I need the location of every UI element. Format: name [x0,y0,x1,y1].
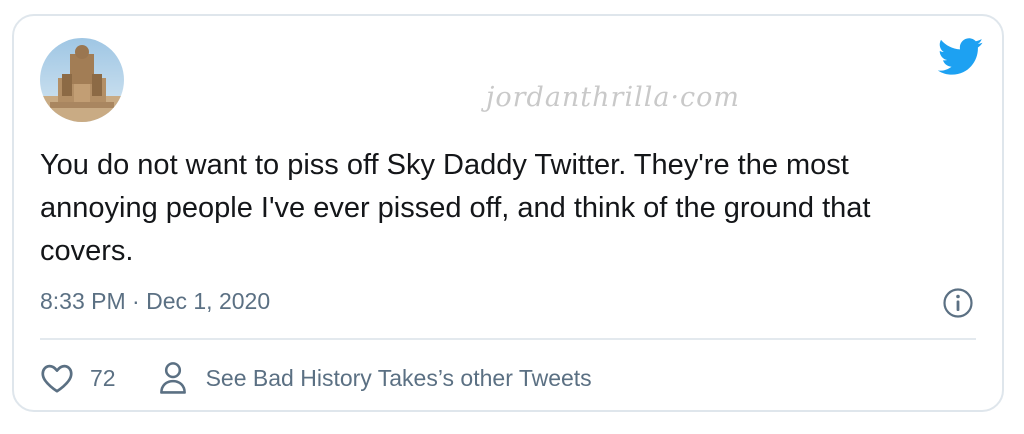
like-button[interactable]: 72 [40,362,116,394]
tweet-actions: 72 See Bad History Takes’s other Tweets [40,360,592,396]
divider [40,338,976,340]
avatar-image [40,38,124,122]
info-icon[interactable] [942,287,974,319]
heart-icon [40,362,74,394]
avatar[interactable] [40,38,124,122]
other-tweets-link[interactable]: See Bad History Takes’s other Tweets [158,361,592,395]
like-count: 72 [90,364,116,391]
tweet-text: You do not want to piss off Sky Daddy Tw… [40,149,871,267]
tweet-timestamp[interactable]: 8:33 PM · Dec 1, 2020 [40,288,270,315]
other-tweets-link-label: See Bad History Takes’s other Tweets [205,364,592,391]
watermark-text: jordanthrilla·com [486,82,741,113]
twitter-bird-icon[interactable] [937,38,984,76]
person-icon [158,361,188,395]
tweet-card[interactable]: jordanthrilla·com You do not want to pis… [12,14,1004,412]
